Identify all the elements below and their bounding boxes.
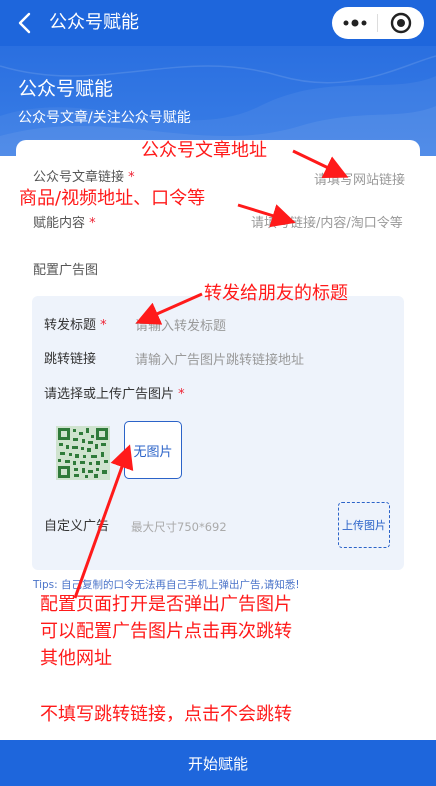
more-dots-icon <box>343 19 366 27</box>
annotation-popup-ad-line2: 可以配置广告图片点击再次跳转 <box>40 621 292 642</box>
more-button[interactable] <box>332 7 377 39</box>
share-title-label-text: 转发标题 <box>44 318 97 333</box>
back-button[interactable] <box>14 9 38 37</box>
annotation-product-video-link: 商品/视频地址、口令等 <box>19 188 206 209</box>
annotation-share-title: 转发给朋友的标题 <box>204 283 348 304</box>
content-label-text: 赋能内容 <box>33 216 86 231</box>
annotation-no-jump-link: 不填写跳转链接，点击不会跳转 <box>40 704 292 725</box>
share-title-input[interactable]: 请输入转发标题 <box>135 318 226 336</box>
content-label: 赋能内容 * <box>33 215 96 233</box>
tips-text: Tips: 自己复制的口令无法再自己手机上弹出广告,请知悉! <box>33 579 300 591</box>
chevron-left-icon <box>18 12 31 34</box>
custom-ad-size-hint: 最大尺寸750*692 <box>131 520 227 534</box>
jump-link-label: 跳转链接 <box>44 352 97 367</box>
required-asterisk: * <box>85 216 96 231</box>
content-input[interactable]: 请填写链接/内容/淘口令等 <box>251 215 403 233</box>
article-link-label: 公众号文章链接 * <box>33 169 135 187</box>
mini-program-capsule <box>332 7 424 39</box>
article-link-label-text: 公众号文章链接 <box>33 170 125 185</box>
custom-ad-label: 自定义广告 <box>44 519 110 534</box>
select-upload-label-text: 请选择或上传广告图片 <box>44 387 175 402</box>
hero-subtitle: 公众号文章/关注公众号赋能 <box>18 110 191 126</box>
nav-title: 公众号赋能 <box>49 12 139 33</box>
required-asterisk: * <box>124 170 135 185</box>
jump-link-input[interactable]: 请输入广告图片跳转链接地址 <box>135 352 304 370</box>
ad-qr-code-image[interactable] <box>56 426 110 480</box>
article-link-input[interactable]: 请填写网站链接 <box>314 172 405 190</box>
annotation-popup-ad-line1: 配置页面打开是否弹出广告图片 <box>40 594 292 615</box>
hero-title: 公众号赋能 <box>18 78 114 100</box>
required-asterisk: * <box>96 318 107 333</box>
select-upload-label: 请选择或上传广告图片 * <box>44 386 185 404</box>
annotation-article-address: 公众号文章地址 <box>141 140 267 161</box>
close-miniprogram-button[interactable] <box>378 7 424 39</box>
start-empower-button[interactable]: 开始赋能 <box>0 740 436 786</box>
top-nav-bar: 公众号赋能 <box>0 0 436 46</box>
annotation-popup-ad-line3: 其他网址 <box>40 648 112 669</box>
ad-config-section-label: 配置广告图 <box>33 263 99 278</box>
target-circle-icon <box>390 12 412 34</box>
share-title-label: 转发标题 * <box>44 317 107 335</box>
required-asterisk: * <box>174 387 185 402</box>
no-image-button[interactable]: 无图片 <box>124 421 182 479</box>
upload-image-button[interactable]: 上传图片 <box>338 502 390 548</box>
